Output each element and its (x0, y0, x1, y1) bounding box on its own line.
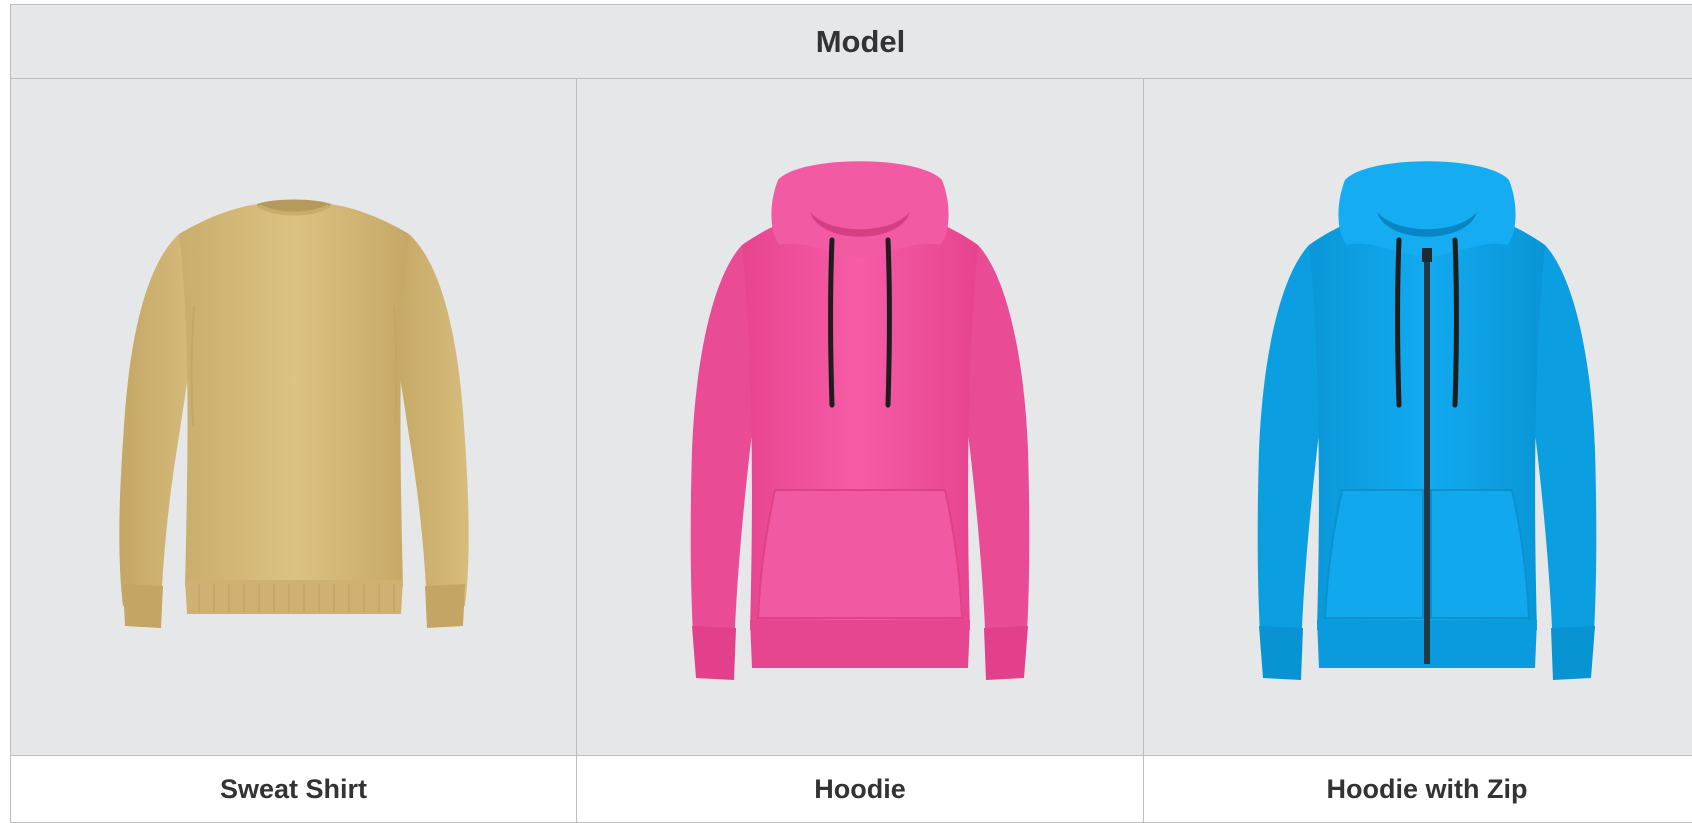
hoodie-image (660, 150, 1060, 690)
product-label-hoodie: Hoodie (577, 756, 1144, 823)
model-header: Model (11, 5, 1692, 79)
page: Model (0, 0, 1692, 819)
model-comparison-table: Model (10, 4, 1692, 823)
product-label-sweatshirt: Sweat Shirt (11, 756, 577, 823)
sweatshirt-cell (11, 79, 577, 756)
header-row: Model (11, 5, 1692, 79)
label-row: Sweat Shirt Hoodie Hoodie with Zip (11, 756, 1692, 823)
image-row (11, 79, 1692, 756)
zip-hoodie-image (1227, 150, 1627, 690)
sweatshirt-image (99, 176, 489, 646)
product-label-zip-hoodie: Hoodie with Zip (1144, 756, 1692, 823)
zip-hoodie-cell (1144, 79, 1692, 756)
hoodie-cell (577, 79, 1144, 756)
